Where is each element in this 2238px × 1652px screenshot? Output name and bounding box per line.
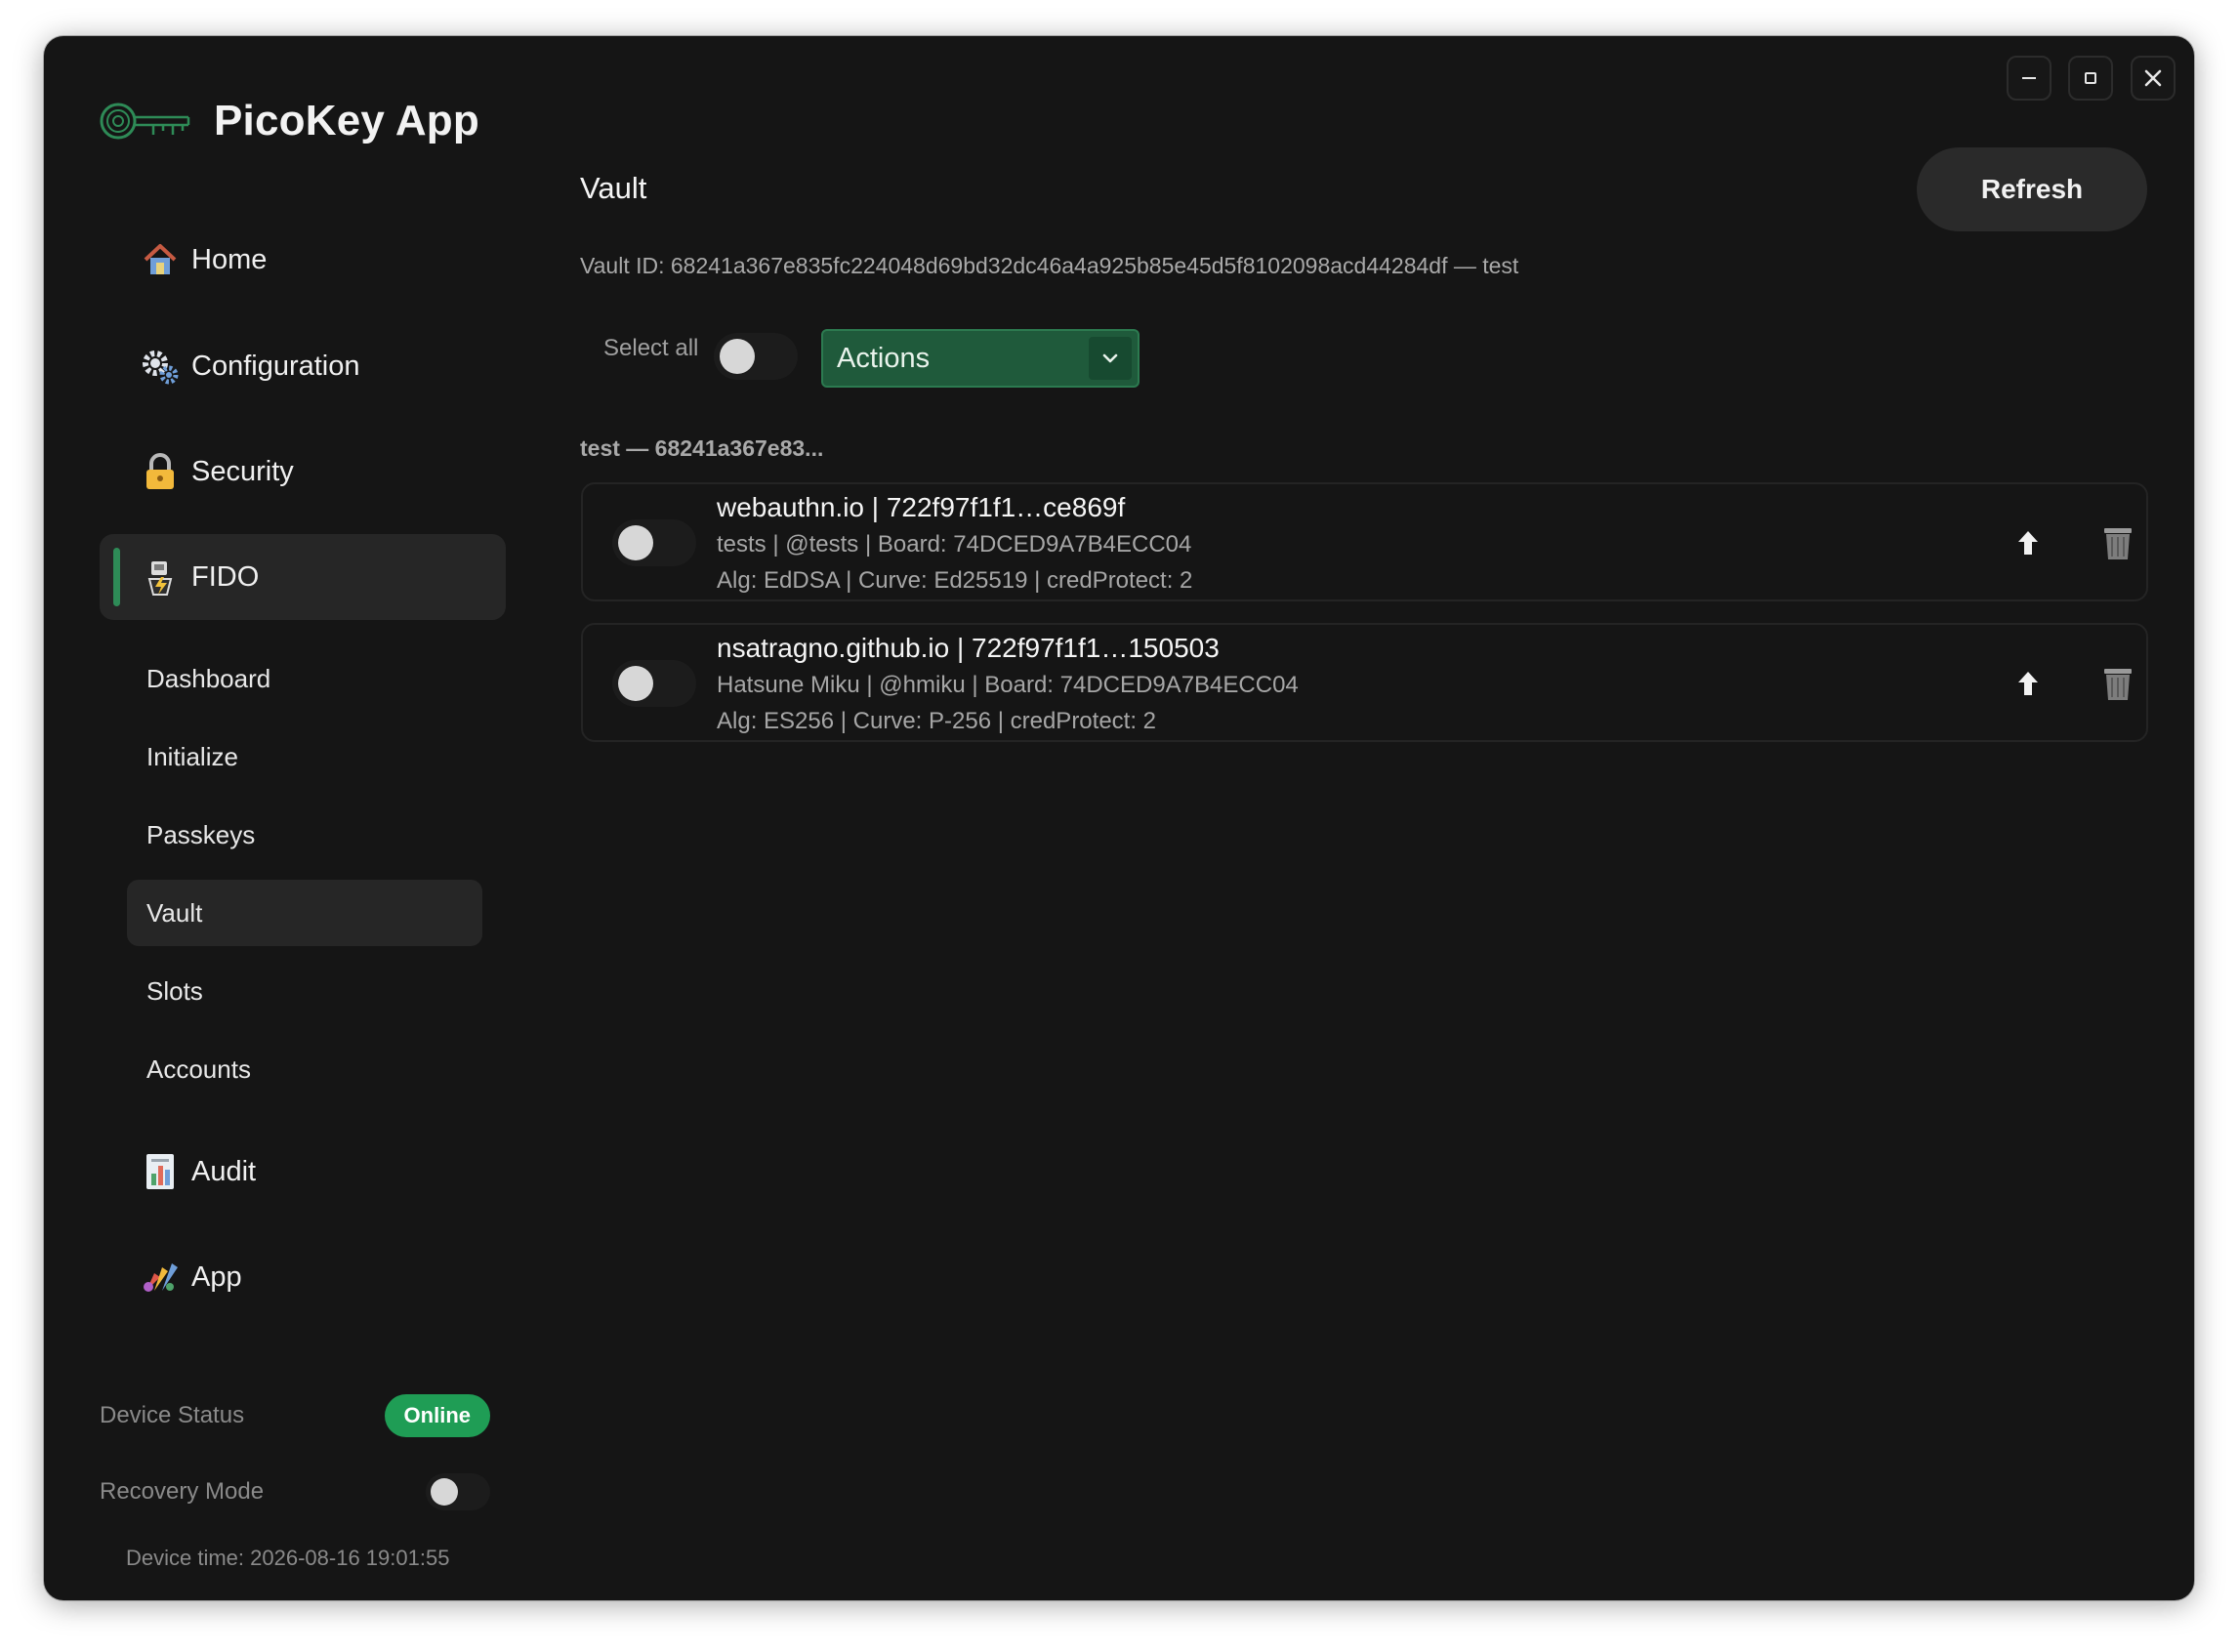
sidebar-subitem-dashboard[interactable]: Dashboard [127,645,482,712]
arrow-up-icon [2018,672,2038,695]
credential-user: tests | @tests | Board: 74DCED9A7B4ECC04 [717,531,1192,558]
sidebar-item-fido[interactable]: FIDO [100,534,506,620]
credential-user: Hatsune Miku | @hmiku | Board: 74DCED9A7… [717,672,1299,698]
recovery-mode-toggle[interactable] [426,1473,490,1510]
export-button[interactable] [2007,521,2050,564]
select-all-toggle[interactable] [714,333,798,380]
close-button[interactable] [2131,56,2176,101]
sidebar-item-label: Security [191,455,294,487]
trash-icon [2104,528,2132,559]
lock-icon [141,452,180,491]
sidebar-subitem-label: Initialize [146,741,238,771]
trash-icon [2104,669,2132,700]
palette-icon [141,1258,180,1297]
device-status-row: Device Status Online [100,1394,490,1437]
toggle-knob [720,339,755,374]
refresh-button[interactable]: Refresh [1917,147,2147,231]
minimize-button[interactable] [2007,56,2052,101]
recovery-mode-row: Recovery Mode [100,1473,490,1510]
delete-button[interactable] [2096,519,2139,566]
house-icon [141,240,180,279]
arrow-up-icon [2018,531,2038,555]
device-time: Device time: 2026-08-16 19:01:55 [126,1546,450,1570]
export-button[interactable] [2007,662,2050,705]
select-all-label: Select all [603,335,699,361]
sidebar-subitem-initialize[interactable]: Initialize [127,723,482,790]
sidebar-subitem-passkeys[interactable]: Passkeys [127,802,482,868]
toggle-knob [618,525,653,560]
sidebar-item-label: Audit [191,1155,257,1187]
app-title: PicoKey App [214,97,479,145]
app-window: PicoKey App Home Configuration Security … [44,36,2194,1600]
status-badge: Online [384,1394,490,1437]
close-icon [2144,69,2162,87]
toggle-knob [431,1478,458,1506]
actions-dropdown-value: Actions [837,342,931,374]
credential-select-toggle[interactable] [612,660,696,707]
sidebar-subitem-label: Slots [146,975,203,1006]
sidebar-subitem-vault[interactable]: Vault [127,880,482,946]
key-logo-icon [100,103,190,140]
maximize-button[interactable] [2068,56,2113,101]
credential-row: nsatragno.github.io | 722f97f1f1…150503 … [581,623,2148,742]
sidebar-subitem-accounts[interactable]: Accounts [127,1036,482,1102]
vault-id: Vault ID: 68241a367e835fc224048d69bd32dc… [580,253,1519,278]
chart-icon [141,1152,180,1191]
toggle-knob [618,666,653,701]
sidebar-item-label: Home [191,243,268,275]
sidebar-item-audit[interactable]: Audit [100,1129,506,1215]
credential-algorithm: Alg: EdDSA | Curve: Ed25519 | credProtec… [717,567,1193,594]
sidebar-item-home[interactable]: Home [100,217,506,303]
app-brand: PicoKey App [99,97,479,145]
sidebar-subitem-slots[interactable]: Slots [127,958,482,1024]
credential-row: webauthn.io | 722f97f1f1…ce869f tests | … [581,482,2148,601]
chevron-down-icon [1089,337,1132,380]
actions-dropdown[interactable]: Actions [821,329,1140,388]
vault-group-label: test — 68241a367e83... [580,435,824,461]
device-status-label: Device Status [100,1402,245,1428]
recovery-mode-label: Recovery Mode [100,1478,265,1505]
sidebar-subitem-label: Vault [146,897,203,928]
gear-icon [141,347,180,386]
sidebar-item-security[interactable]: Security [100,429,506,515]
sidebar-item-label: App [191,1260,242,1293]
delete-button[interactable] [2096,660,2139,707]
fido-key-icon [141,558,180,597]
sidebar-subitem-label: Dashboard [146,663,271,693]
maximize-icon [2085,72,2096,84]
credential-title: nsatragno.github.io | 722f97f1f1…150503 [717,633,1220,663]
sidebar-item-app[interactable]: App [100,1234,506,1320]
credential-algorithm: Alg: ES256 | Curve: P-256 | credProtect:… [717,708,1157,734]
page-title: Vault [580,171,647,205]
minimize-icon [2022,77,2036,79]
sidebar-item-configuration[interactable]: Configuration [100,323,506,409]
sidebar-item-label: FIDO [191,560,260,593]
credential-select-toggle[interactable] [612,519,696,566]
credential-title: webauthn.io | 722f97f1f1…ce869f [717,492,1126,522]
sidebar-item-label: Configuration [191,350,360,382]
sidebar-subitem-label: Passkeys [146,819,256,849]
sidebar-subitem-label: Accounts [146,1053,251,1084]
